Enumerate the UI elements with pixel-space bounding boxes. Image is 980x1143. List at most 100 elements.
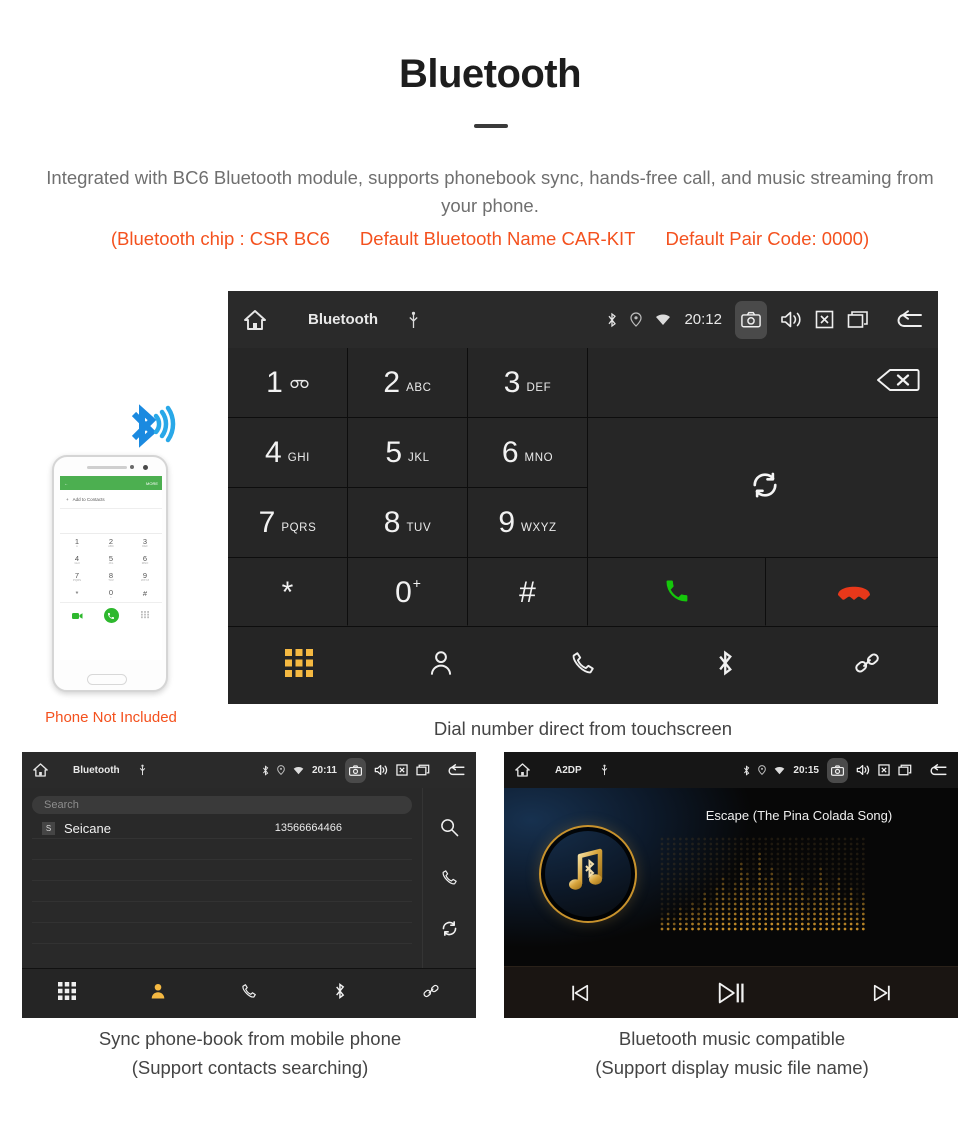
phone-key-digit: #: [142, 589, 148, 598]
volume-icon[interactable]: [780, 310, 802, 329]
page-root: Bluetooth Integrated with BC6 Bluetooth …: [0, 0, 980, 1143]
list-item: [32, 923, 412, 944]
recents-icon[interactable]: [847, 310, 869, 329]
phone-key-letters: ∞: [76, 543, 78, 548]
screen-title: Bluetooth: [308, 311, 378, 328]
album-art: [539, 825, 637, 923]
phone-app-bar: ← MORE: [60, 476, 162, 490]
nav-call-log-icon[interactable]: [512, 649, 654, 682]
dial-key-star[interactable]: *: [228, 558, 347, 628]
close-box-icon[interactable]: [878, 764, 890, 776]
nav-dialpad-icon[interactable]: [228, 649, 370, 682]
dial-key-9[interactable]: 9 WXYZ: [468, 488, 587, 557]
dialpad-screen: Bluetooth 20:12 1 2 ABC 3 DEF 4 GHI 5 JK…: [228, 291, 938, 704]
call-button[interactable]: [588, 558, 765, 628]
phone-key-1: 1 ∞: [60, 534, 94, 551]
title-divider: [474, 124, 508, 128]
wifi-icon: [293, 766, 304, 775]
list-item: [32, 839, 412, 860]
dialpad-icon: [285, 649, 313, 682]
play-pause-icon[interactable]: [655, 981, 806, 1005]
dial-key-hash[interactable]: #: [468, 558, 587, 628]
dial-key-1[interactable]: 1: [228, 348, 347, 417]
home-icon[interactable]: [32, 762, 49, 778]
screen-title: Bluetooth: [73, 764, 120, 776]
contact-row[interactable]: S Seicane 13566664466: [32, 818, 412, 839]
bluetooth-wireless-icon: [120, 398, 192, 454]
contact-number: 13566664466: [274, 822, 342, 834]
phone-key-letters: MNO: [141, 560, 149, 565]
nav-link-icon[interactable]: [796, 649, 938, 682]
nav-link-icon[interactable]: [385, 982, 476, 1005]
volume-icon[interactable]: [374, 764, 388, 776]
back-icon[interactable]: [928, 763, 948, 777]
phone-action-row: [60, 602, 162, 628]
key-digit: #: [519, 576, 536, 609]
bottom-nav-bar[interactable]: [228, 626, 938, 704]
caption-phonebook-line2: (Support contacts searching): [131, 1057, 369, 1078]
usb-icon: [139, 764, 146, 776]
call-icon[interactable]: [440, 868, 459, 887]
key-digit: 0: [395, 576, 412, 609]
dialpad-grid[interactable]: 1 2 ABC 3 DEF 4 GHI 5 JKL 6 MNO 7 PQRS 8 TUV 9 WXYZ * 0 + #: [228, 348, 938, 628]
bottom-nav-bar[interactable]: [22, 968, 476, 1018]
nav-contacts-icon[interactable]: [370, 649, 512, 682]
clock: 20:11: [311, 764, 337, 776]
nav-contacts-icon[interactable]: [113, 982, 204, 1005]
phone-body: ← MORE + Add to Contacts 1 ∞ 2 ABC 3 DEF 4 GHI 5…: [52, 455, 168, 692]
recents-icon[interactable]: [898, 764, 912, 776]
page-title: Bluetooth: [398, 52, 582, 96]
phone-more-label: MORE: [146, 480, 158, 486]
phone-key-letters: GHI: [74, 560, 80, 565]
dial-key-7[interactable]: 7 PQRS: [228, 488, 347, 557]
sync-button[interactable]: [588, 418, 938, 557]
phone-home-button: [87, 674, 127, 685]
usb-icon: [601, 764, 608, 776]
bluetooth-icon: [716, 649, 734, 682]
phone-call-button: [103, 608, 119, 623]
phone-back-icon: ←: [64, 480, 68, 486]
recents-icon[interactable]: [416, 764, 430, 776]
key-letters: PQRS: [281, 521, 317, 534]
next-track-icon[interactable]: [807, 983, 958, 1003]
close-box-icon[interactable]: [815, 310, 834, 329]
back-icon[interactable]: [446, 763, 466, 777]
camera-icon[interactable]: [735, 300, 767, 339]
list-item: [32, 881, 412, 902]
backspace-button[interactable]: [588, 348, 938, 417]
nav-bluetooth-icon[interactable]: [654, 649, 796, 682]
clock: 20:12: [684, 311, 722, 328]
sync-icon[interactable]: [440, 919, 459, 938]
home-icon[interactable]: [514, 762, 531, 778]
nav-dialpad-icon[interactable]: [22, 982, 113, 1005]
phone-key-2: 2 ABC: [94, 534, 128, 551]
previous-track-icon[interactable]: [504, 983, 655, 1003]
dial-key-4[interactable]: 4 GHI: [228, 418, 347, 487]
dial-key-8[interactable]: 8 TUV: [348, 488, 467, 557]
key-digit: 8: [383, 505, 401, 539]
nav-bluetooth-icon[interactable]: [294, 982, 385, 1005]
search-input[interactable]: Search: [32, 796, 412, 814]
phone-add-contact-label: Add to Contacts: [72, 496, 105, 502]
camera-icon[interactable]: [827, 757, 848, 783]
key-digit: 4: [265, 435, 282, 469]
dial-key-3[interactable]: 3 DEF: [468, 348, 587, 417]
dial-key-6[interactable]: 6 MNO: [468, 418, 587, 487]
volume-icon[interactable]: [856, 764, 870, 776]
dial-key-2[interactable]: 2 ABC: [348, 348, 467, 417]
dial-key-0[interactable]: 0 +: [348, 558, 467, 628]
side-action-bar[interactable]: [422, 788, 476, 968]
caption-music-line1: Bluetooth music compatible: [618, 1028, 846, 1049]
back-icon[interactable]: [894, 309, 924, 330]
nav-call-log-icon[interactable]: [204, 982, 295, 1005]
media-controls[interactable]: [504, 966, 958, 1018]
phone-key-6: 6 MNO: [128, 551, 162, 568]
key-letters: MNO: [524, 451, 554, 464]
dial-key-5[interactable]: 5 JKL: [348, 418, 467, 487]
search-icon[interactable]: [440, 818, 459, 837]
camera-icon[interactable]: [345, 757, 366, 783]
hangup-button[interactable]: [766, 558, 938, 628]
key-digit: 6: [501, 435, 519, 469]
home-icon[interactable]: [242, 308, 268, 332]
close-box-icon[interactable]: [396, 764, 408, 776]
